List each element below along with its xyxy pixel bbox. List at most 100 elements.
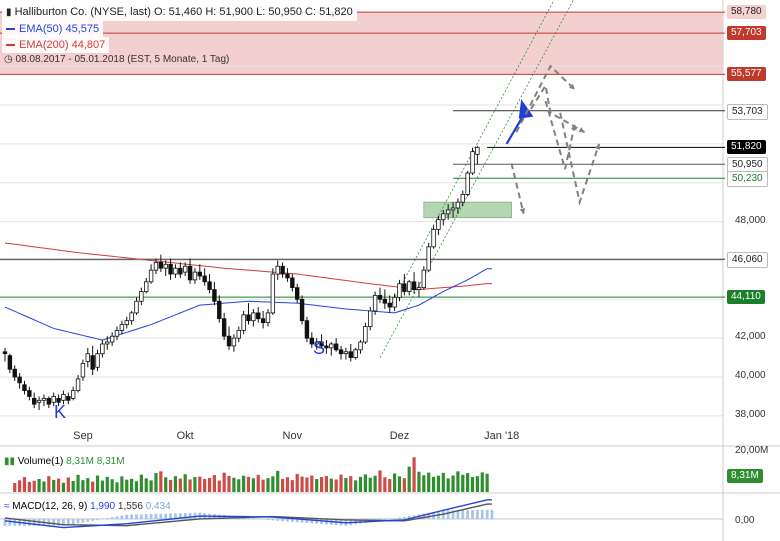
price-tick: 42,000 bbox=[735, 331, 766, 343]
volume-bar bbox=[246, 476, 251, 492]
candle-up bbox=[75, 378, 81, 392]
macd-hist-bar bbox=[139, 514, 143, 520]
candle-down bbox=[402, 283, 407, 292]
candle-down bbox=[187, 265, 193, 281]
forecast-arrowhead bbox=[578, 127, 585, 133]
candle-down bbox=[202, 275, 207, 283]
macd-hist-bar bbox=[461, 510, 465, 520]
candle-up bbox=[445, 209, 451, 215]
volume-bar bbox=[349, 476, 353, 492]
ema50-label: EMA(50) bbox=[19, 23, 63, 35]
macd-hist-bar bbox=[290, 518, 294, 522]
macd-label: MACD(12, 26, 9) bbox=[12, 501, 88, 512]
macd-hist-bar bbox=[446, 510, 450, 520]
volume-bar bbox=[105, 476, 109, 492]
time-tick: Dez bbox=[389, 430, 410, 442]
volume-bar bbox=[319, 477, 324, 492]
volume-bar bbox=[378, 470, 382, 492]
candle-down bbox=[221, 318, 227, 337]
macd-hist-bar bbox=[149, 514, 153, 520]
volume-bar bbox=[485, 473, 489, 492]
volume-bar bbox=[61, 482, 66, 492]
date-range-text: 08.08.2017 - 05.01.2018 bbox=[15, 54, 125, 65]
macd-hist-bar bbox=[120, 515, 124, 520]
volume-bar bbox=[285, 477, 290, 492]
forecast-arrows bbox=[505, 64, 601, 215]
macd-hist-bar bbox=[286, 518, 289, 522]
candle-down bbox=[12, 368, 17, 378]
candle-down bbox=[294, 287, 300, 300]
candle-down bbox=[411, 281, 417, 290]
candle-up bbox=[441, 213, 446, 221]
volume-bar bbox=[232, 477, 236, 492]
candle-up bbox=[460, 193, 465, 203]
volume-bar bbox=[407, 466, 411, 492]
candle-up bbox=[436, 219, 441, 230]
volume-bar bbox=[388, 479, 392, 492]
level-label: 57,703 bbox=[727, 26, 766, 41]
ema200-value: 44,807 bbox=[71, 39, 106, 51]
candle-up bbox=[241, 314, 246, 331]
level-label: 53,703 bbox=[727, 103, 768, 120]
volume-bar bbox=[47, 476, 51, 492]
macd-hist-bar bbox=[91, 518, 95, 521]
candle-down bbox=[299, 298, 305, 322]
candle-up bbox=[392, 296, 397, 308]
volume-bar bbox=[91, 481, 95, 492]
candle-down bbox=[90, 355, 95, 370]
macd-hist-bar bbox=[261, 518, 265, 520]
ema50-legend: EMA(50) 45,575 bbox=[2, 21, 104, 37]
volume-bar bbox=[431, 476, 436, 492]
macd-hist-bar bbox=[276, 518, 280, 521]
volume-bar bbox=[188, 479, 192, 492]
low-marker-label: K bbox=[54, 402, 67, 422]
symbol-title: Halliburton Co. (NYSE, last) bbox=[14, 6, 151, 18]
volume-bar bbox=[324, 475, 329, 492]
volume-bar bbox=[164, 477, 168, 492]
macd-signal-value: 1,556 bbox=[117, 501, 143, 512]
volume-bar bbox=[461, 474, 465, 492]
symbol-info: ▮ Halliburton Co. (NYSE, last) O: 51,460… bbox=[2, 4, 357, 21]
chart-type-icon: ▮ bbox=[6, 7, 12, 18]
volume-bar bbox=[183, 474, 187, 492]
volume-bar bbox=[402, 478, 406, 492]
support-zone bbox=[423, 201, 512, 219]
macd-hist-bar bbox=[96, 518, 99, 521]
ema200-label: EMA(200) bbox=[19, 39, 69, 51]
candle-up bbox=[95, 353, 100, 368]
candle-down bbox=[168, 263, 173, 275]
candle-up bbox=[416, 287, 422, 290]
candle-up bbox=[397, 283, 402, 298]
volume-bar bbox=[358, 476, 363, 492]
forecast-path bbox=[559, 112, 601, 206]
candle-down bbox=[246, 314, 251, 322]
clock-icon: ◷ bbox=[4, 54, 13, 65]
time-tick: Nov bbox=[282, 430, 303, 442]
candle-up bbox=[470, 151, 475, 174]
volume-axis-label: 20,00M bbox=[735, 445, 769, 456]
macd-legend: ≈ MACD(12, 26, 9) 1,990 1,556 0,434 bbox=[4, 501, 171, 512]
time-tick: Sep bbox=[73, 430, 93, 442]
volume-bar bbox=[295, 473, 299, 492]
volume-bar bbox=[470, 477, 475, 492]
candle-up bbox=[270, 273, 276, 314]
macd-hist-bar bbox=[135, 514, 138, 520]
candle-down bbox=[46, 397, 52, 405]
volume-bar bbox=[383, 477, 387, 492]
candle-up bbox=[450, 207, 456, 211]
volume-bar bbox=[290, 480, 294, 492]
candle-up bbox=[251, 312, 256, 322]
candle-up bbox=[85, 353, 90, 362]
volume-bar bbox=[42, 481, 46, 492]
candle-down bbox=[22, 384, 27, 392]
candle-down bbox=[207, 281, 212, 290]
macd-hist-bar bbox=[281, 518, 284, 522]
candle-down bbox=[387, 302, 392, 308]
macd-hist-bar bbox=[251, 518, 255, 520]
volume-bar bbox=[115, 482, 119, 492]
volume-bar bbox=[207, 477, 212, 492]
macd-hist-bar bbox=[183, 513, 187, 520]
forecast-path bbox=[510, 163, 525, 215]
volume-bar bbox=[363, 474, 367, 492]
candle-up bbox=[192, 271, 198, 281]
